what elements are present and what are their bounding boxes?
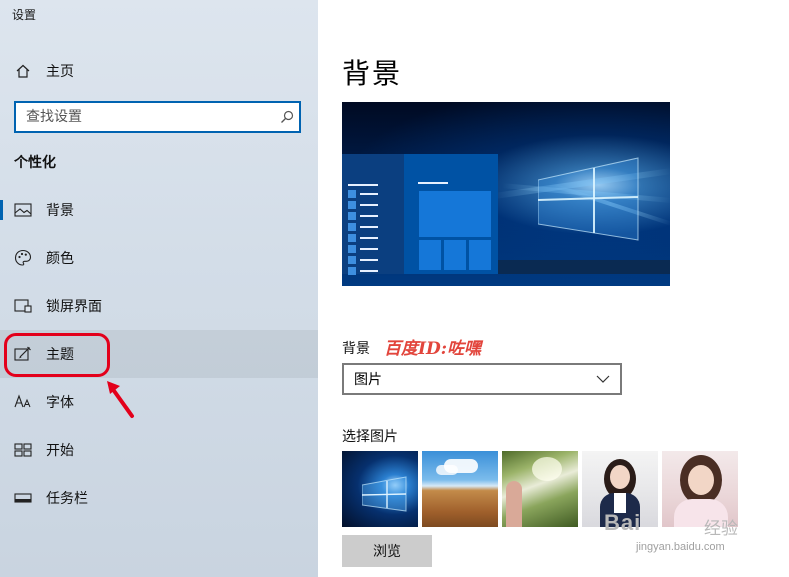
sidebar-item-label: 开始: [46, 443, 74, 459]
sidebar-item-home[interactable]: 主页: [0, 47, 318, 95]
picture-thumbnail[interactable]: [502, 451, 578, 527]
start-icon: [13, 440, 33, 460]
window-title: 设置: [12, 8, 37, 22]
search-box[interactable]: [14, 101, 301, 133]
baidu-watermark-brand2: 经验: [704, 519, 738, 539]
main-content: 背景 Aa 背景 百度ID:咗嘿 图片 选择图片: [318, 0, 789, 577]
sidebar-item-lock-screen[interactable]: 锁屏界面: [0, 282, 318, 330]
sidebar-item-colors[interactable]: 颜色: [0, 234, 318, 282]
home-icon: [13, 61, 33, 81]
baidu-watermark-url: jingyan.baidu.com: [636, 541, 725, 553]
choose-picture-label: 选择图片: [342, 429, 398, 445]
sidebar: 设置 主页 个性化 背景 颜色 锁屏界面 主题: [0, 0, 318, 577]
sidebar-item-start[interactable]: 开始: [0, 426, 318, 474]
picture-thumbnail[interactable]: [422, 451, 498, 527]
page-title: 背景: [342, 57, 403, 90]
sidebar-item-themes[interactable]: 主题: [0, 330, 318, 378]
font-icon: [13, 392, 33, 412]
taskbar-icon: [13, 488, 33, 508]
browse-button[interactable]: 浏览: [342, 535, 432, 567]
sidebar-item-fonts[interactable]: 字体: [0, 378, 318, 426]
section-heading: 个性化: [14, 155, 56, 171]
desktop-preview: Aa: [342, 102, 670, 286]
theme-icon: [13, 344, 33, 364]
background-label: 背景: [342, 341, 370, 357]
author-watermark: 百度ID:咗嘿: [384, 339, 481, 359]
sidebar-item-background[interactable]: 背景: [0, 186, 318, 234]
sidebar-item-label: 字体: [46, 395, 74, 411]
background-type-value: 图片: [354, 372, 382, 388]
search-input[interactable]: [16, 103, 275, 131]
sidebar-item-label: 锁屏界面: [46, 299, 102, 315]
picture-thumbnail[interactable]: [342, 451, 418, 527]
baidu-watermark-brand: Bai: [604, 510, 642, 535]
lock-screen-icon: [13, 296, 33, 316]
chevron-down-icon: [596, 371, 610, 387]
sidebar-item-label: 主页: [46, 64, 74, 80]
sidebar-item-label: 颜色: [46, 251, 74, 267]
sidebar-item-label: 任务栏: [46, 491, 88, 507]
palette-icon: [13, 248, 33, 268]
sidebar-item-taskbar[interactable]: 任务栏: [0, 474, 318, 522]
search-icon[interactable]: [275, 110, 299, 124]
background-type-select[interactable]: 图片: [342, 363, 622, 395]
sidebar-item-label: 背景: [46, 203, 74, 219]
sidebar-item-label: 主题: [46, 347, 74, 363]
image-icon: [13, 200, 33, 220]
